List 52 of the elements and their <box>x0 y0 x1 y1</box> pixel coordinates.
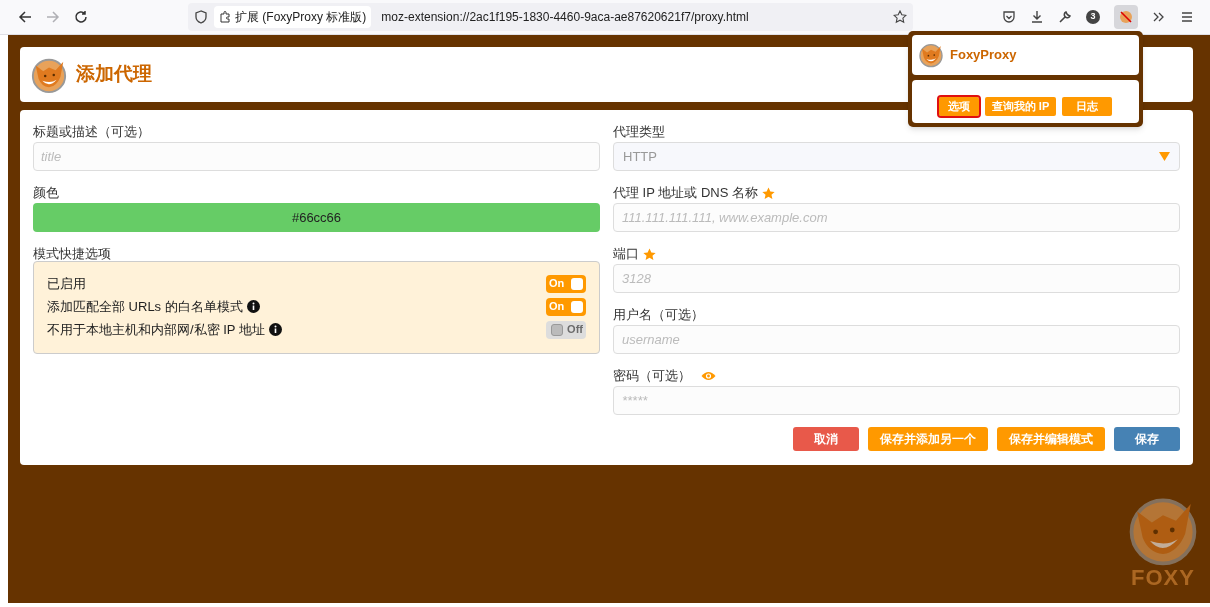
option-label: 不用于本地主机和内部网/私密 IP 地址 <box>47 320 265 339</box>
action-button[interactable]: 保存 <box>1114 427 1180 451</box>
fox-logo-icon <box>918 42 944 68</box>
field-label: 颜色 <box>33 184 60 202</box>
popup-title: FoxyProxy <box>950 46 1017 65</box>
back-icon[interactable] <box>18 10 32 24</box>
section-label: 模式快捷选项 <box>33 245 112 261</box>
field-label: 端口 <box>613 245 639 264</box>
page-title: 添加代理 <box>76 62 152 87</box>
foxyproxy-toolbar-button[interactable] <box>1114 5 1138 29</box>
info-icon[interactable] <box>268 323 282 336</box>
field-label: 用户名（可选） <box>613 306 704 325</box>
color-picker-field[interactable]: #66cc66 <box>33 203 600 232</box>
text-input[interactable]: 111.111.111.111, www.example.com <box>613 203 1180 232</box>
reload-icon[interactable] <box>74 10 88 24</box>
shield-icon[interactable] <box>194 10 208 24</box>
toggle-switch[interactable]: On <box>546 274 586 293</box>
action-button[interactable]: 保存并编辑模式 <box>997 427 1105 451</box>
pocket-icon[interactable] <box>1002 10 1016 24</box>
identity-chip[interactable]: 扩展 (FoxyProxy 标准版) <box>214 6 372 28</box>
address-bar[interactable]: 扩展 (FoxyProxy 标准版) moz-extension://2ac1f195-1830-4460-9aca-ae87620621f7/proxy.html <box>188 3 913 31</box>
text-input[interactable]: ***** <box>613 386 1180 415</box>
extension-badge[interactable]: 3 <box>1086 10 1100 24</box>
wrench-icon[interactable] <box>1058 10 1072 24</box>
popup-button[interactable]: 选项 <box>938 97 979 116</box>
popup-button[interactable]: 查询我的 IP <box>984 97 1057 116</box>
identity-label: 扩展 (FoxyProxy 标准版) <box>235 9 367 26</box>
puzzle-icon <box>219 11 231 23</box>
field-label: 代理 IP 地址或 DNS 名称 <box>613 184 758 203</box>
text-input[interactable]: 3128 <box>613 264 1180 293</box>
menu-icon[interactable] <box>1180 10 1194 24</box>
field-label: 代理类型 <box>613 123 666 141</box>
fox-off-icon <box>1119 10 1133 24</box>
field-label: 密码（可选） <box>613 367 691 386</box>
bookmark-star-icon[interactable] <box>893 10 907 24</box>
action-button[interactable]: 取消 <box>793 427 859 451</box>
proxy-type-select[interactable]: HTTP <box>613 142 1180 171</box>
url-text: moz-extension://2ac1f195-1830-4460-9aca-ae87620621f7/proxy.html <box>381 9 750 26</box>
dropdown-arrow-icon <box>1159 152 1170 161</box>
toggle-switch[interactable]: Off <box>546 320 586 339</box>
field-label: 标题或描述（可选） <box>33 123 151 141</box>
action-button[interactable]: 保存并添加另一个 <box>868 427 988 451</box>
toggle-switch[interactable]: On <box>546 297 586 316</box>
info-icon[interactable] <box>246 300 260 313</box>
option-label: 已启用 <box>47 274 86 293</box>
download-icon[interactable] <box>1030 10 1044 24</box>
option-label: 添加匹配全部 URLs 的白名单模式 <box>47 297 243 316</box>
title-input[interactable]: title <box>33 142 600 171</box>
popup-button[interactable]: 日志 <box>1062 97 1113 116</box>
overflow-chevron-icon[interactable] <box>1152 10 1166 24</box>
text-input[interactable]: username <box>613 325 1180 354</box>
logo-wordmark: FOXY <box>1131 567 1195 589</box>
